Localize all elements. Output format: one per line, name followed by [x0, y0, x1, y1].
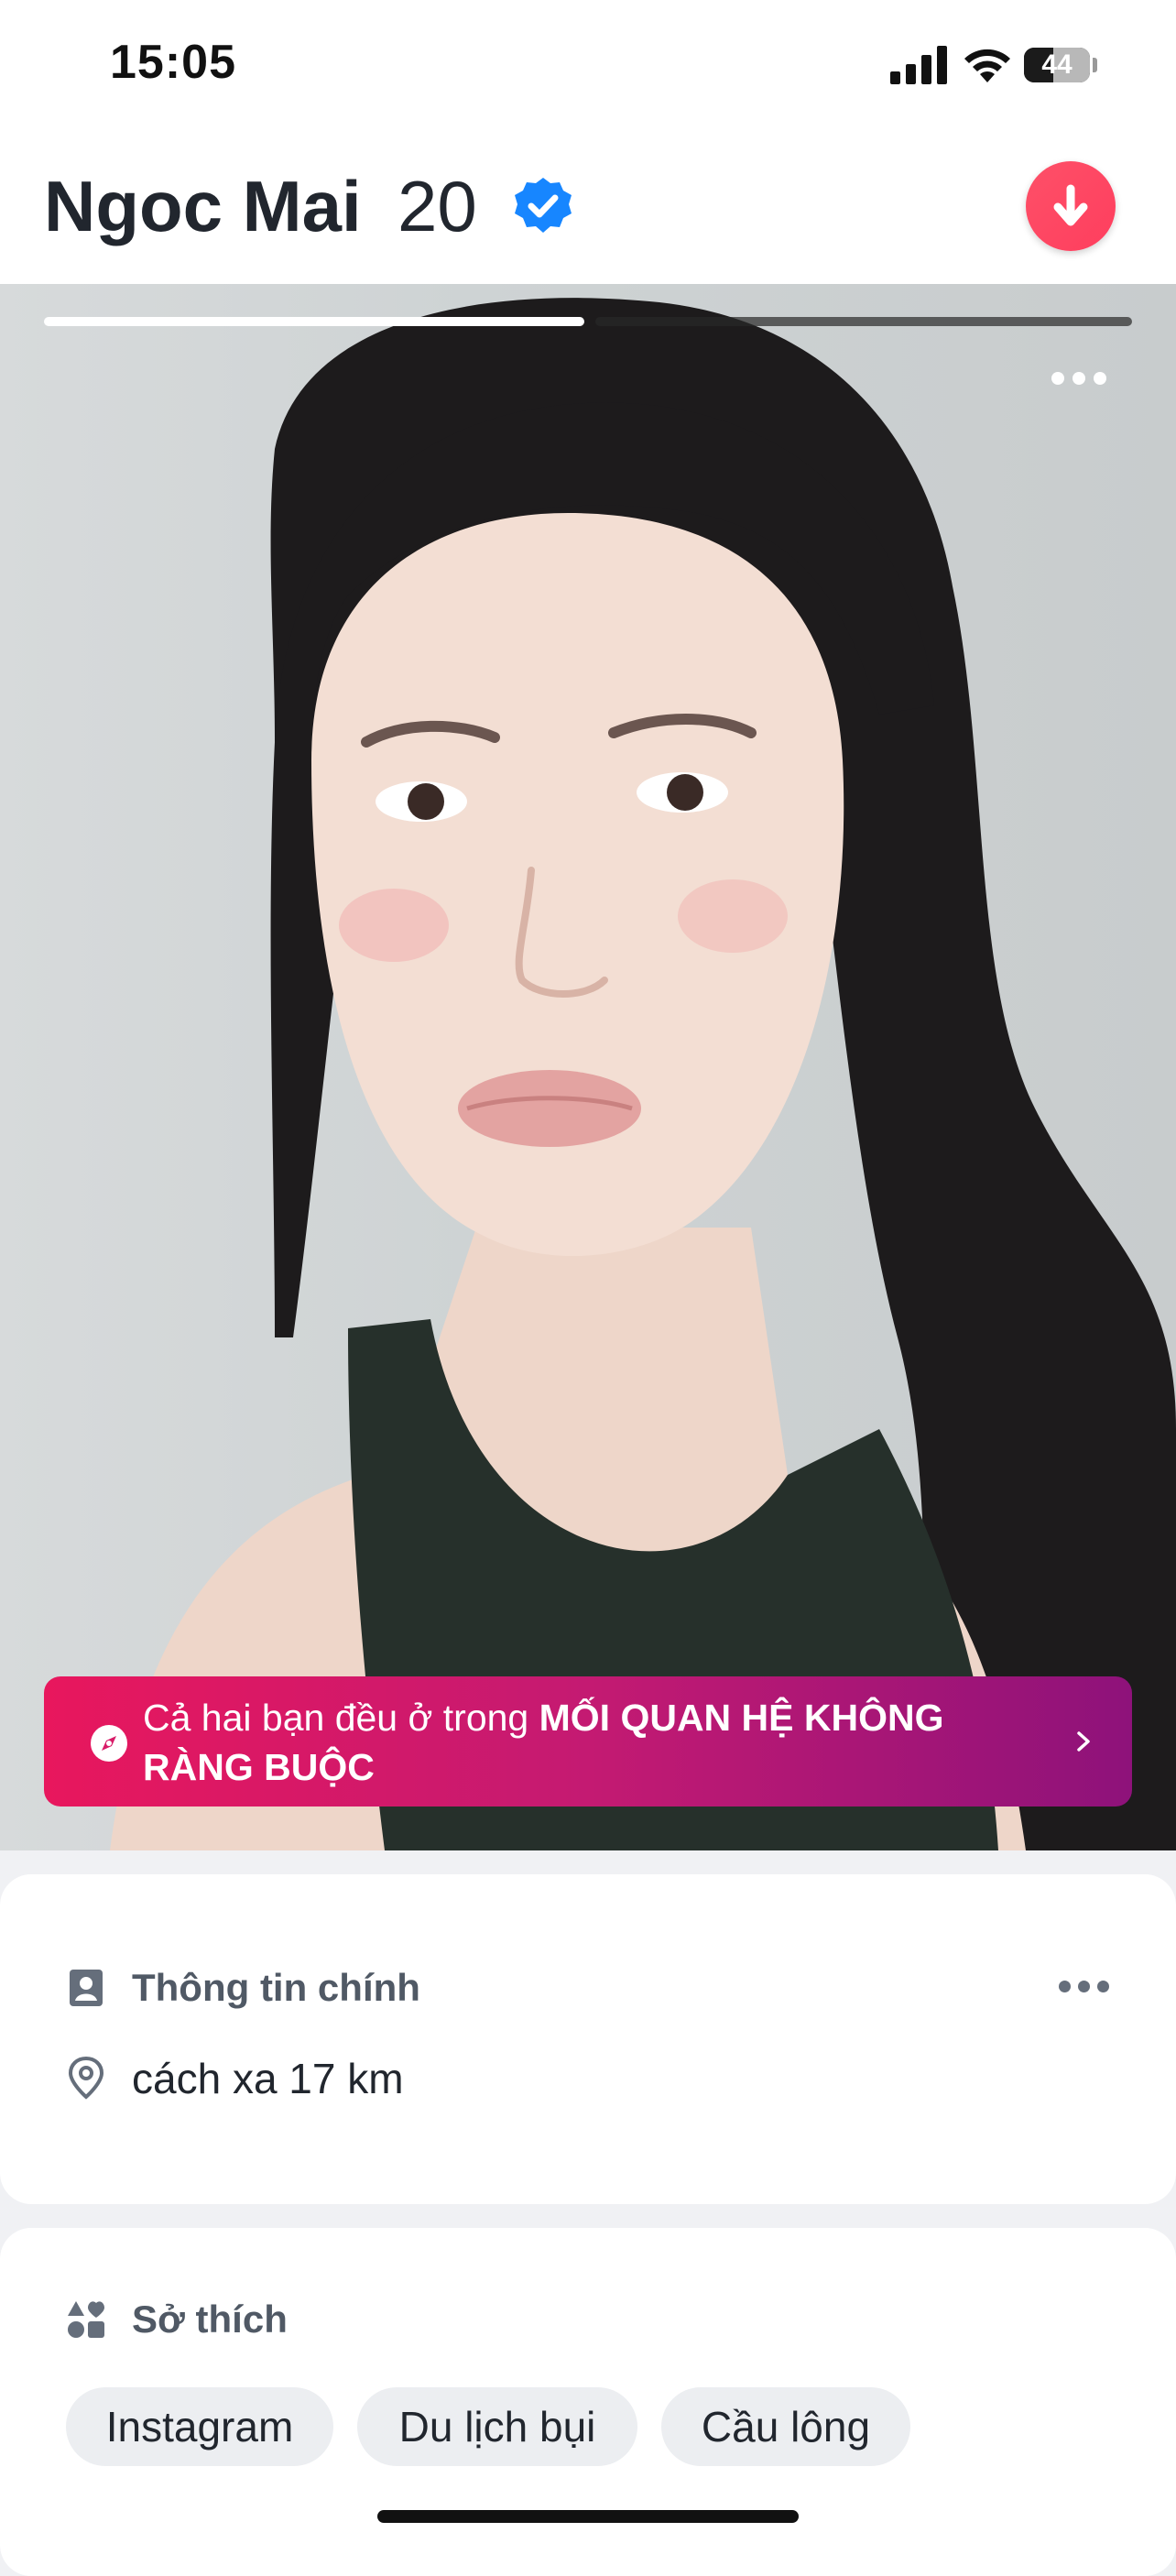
wifi-icon — [964, 49, 1010, 82]
interest-chip[interactable]: Instagram — [66, 2387, 333, 2466]
status-bar: 15:05 44 — [0, 0, 1176, 137]
portrait-illustration — [110, 298, 1176, 1850]
more-options-icon[interactable] — [1051, 372, 1116, 399]
main-info-title: Thông tin chính — [132, 1966, 420, 2009]
shapes-icon — [68, 2301, 104, 2338]
profile-name: Ngoc Mai — [44, 166, 362, 246]
verified-badge-icon[interactable] — [513, 176, 573, 236]
arrow-down-icon — [1053, 184, 1088, 226]
relationship-text: Cả hai bạn đều ở trong MỐI QUAN HỆ KHÔNG… — [143, 1697, 944, 1788]
profile-header: Ngoc Mai 20 — [0, 137, 1176, 284]
relationship-banner[interactable]: Cả hai bạn đều ở trong MỐI QUAN HỆ KHÔNG… — [44, 1676, 1132, 1806]
photo-progress-inactive — [595, 317, 1132, 326]
cellular-signal-icon — [890, 46, 947, 84]
interest-chip[interactable]: Du lịch bụi — [357, 2387, 637, 2466]
battery-level: 44 — [1041, 49, 1073, 80]
id-card-icon — [70, 1970, 103, 2006]
interests-title: Sở thích — [132, 2298, 288, 2341]
status-time: 15:05 — [110, 36, 236, 89]
collapse-profile-button[interactable] — [1026, 161, 1116, 251]
profile-age: 20 — [397, 166, 477, 246]
profile-photo[interactable]: Cả hai bạn đều ở trong MỐI QUAN HỆ KHÔNG… — [0, 284, 1176, 1850]
compass-icon — [91, 1725, 127, 1762]
location-pin-icon — [68, 2056, 104, 2100]
more-dots-icon[interactable] — [1059, 1981, 1117, 1999]
interests-card: Sở thích Instagram Du lịch bụi Cầu lông — [0, 2228, 1176, 2576]
distance-text: cách xa 17 km — [132, 2055, 404, 2102]
main-info-card: Thông tin chính cách xa 17 km — [0, 1874, 1176, 2204]
chevron-right-icon — [1077, 1731, 1090, 1752]
home-indicator[interactable] — [377, 2510, 799, 2523]
interest-chip[interactable]: Cầu lông — [661, 2387, 910, 2466]
battery-icon: 44 — [1024, 48, 1090, 82]
photo-progress-active — [44, 317, 584, 326]
